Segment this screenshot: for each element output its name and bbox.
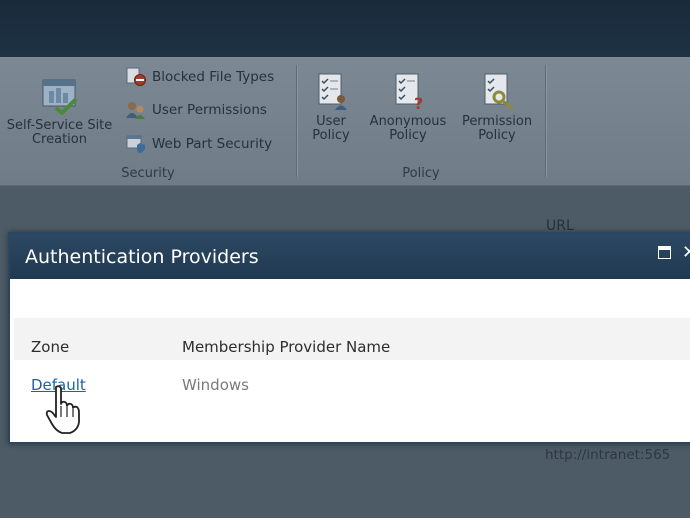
security-group: Self-Service Site Creation Blocked File … <box>0 57 296 185</box>
blocked-file-types-button[interactable]: Blocked File Types <box>125 67 274 87</box>
anonymous-policy-label: Anonymous Policy <box>369 114 447 143</box>
policy-group: User Policy ? Anonymous Policy Permissio… <box>297 57 545 185</box>
user-policy-button[interactable]: User Policy <box>301 71 361 143</box>
ribbon: Self-Service Site Creation Blocked File … <box>0 57 690 186</box>
user-policy-icon <box>318 73 347 110</box>
self-service-site-creation-button[interactable]: Self-Service Site Creation <box>2 75 117 147</box>
zone-column-header: Zone <box>31 338 70 356</box>
site-creation-icon <box>42 79 77 115</box>
svg-text:?: ? <box>414 94 423 111</box>
blocked-file-types-label: Blocked File Types <box>152 69 275 85</box>
permission-policy-label: Permission Policy <box>461 114 533 143</box>
security-group-label: Security <box>121 166 175 181</box>
anonymous-policy-icon: ? <box>395 73 423 111</box>
url-value: http://intranet:565 <box>545 447 671 463</box>
web-part-security-icon <box>126 135 145 153</box>
dialog-title-bar: Authentication Providers ✕ <box>10 234 690 279</box>
close-icon[interactable]: ✕ <box>682 242 690 263</box>
user-permissions-label: User Permissions <box>152 102 267 118</box>
user-permissions-button[interactable]: User Permissions <box>125 100 267 120</box>
web-part-security-label: Web Part Security <box>152 136 273 152</box>
group-divider <box>545 65 546 177</box>
user-permissions-icon <box>126 102 145 119</box>
policy-group-label: Policy <box>402 166 440 181</box>
dialog-title: Authentication Providers <box>25 246 259 268</box>
authentication-providers-dialog: Authentication Providers ✕ Zone Membersh… <box>8 232 690 444</box>
permission-policy-button[interactable]: Permission Policy <box>457 71 537 143</box>
web-part-security-button[interactable]: Web Part Security <box>125 134 272 154</box>
provider-column-header: Membership Provider Name <box>182 338 391 356</box>
permission-policy-icon <box>484 73 514 111</box>
hand-cursor-icon <box>45 385 80 434</box>
top-bar <box>0 0 690 57</box>
blocked-file-icon <box>126 67 146 86</box>
provider-name-cell: Windows <box>182 376 249 394</box>
self-service-label: Self-Service Site Creation <box>6 118 113 147</box>
user-policy-label: User Policy <box>312 114 350 143</box>
maximize-icon[interactable] <box>658 246 671 259</box>
anonymous-policy-button[interactable]: ? Anonymous Policy <box>363 71 453 143</box>
